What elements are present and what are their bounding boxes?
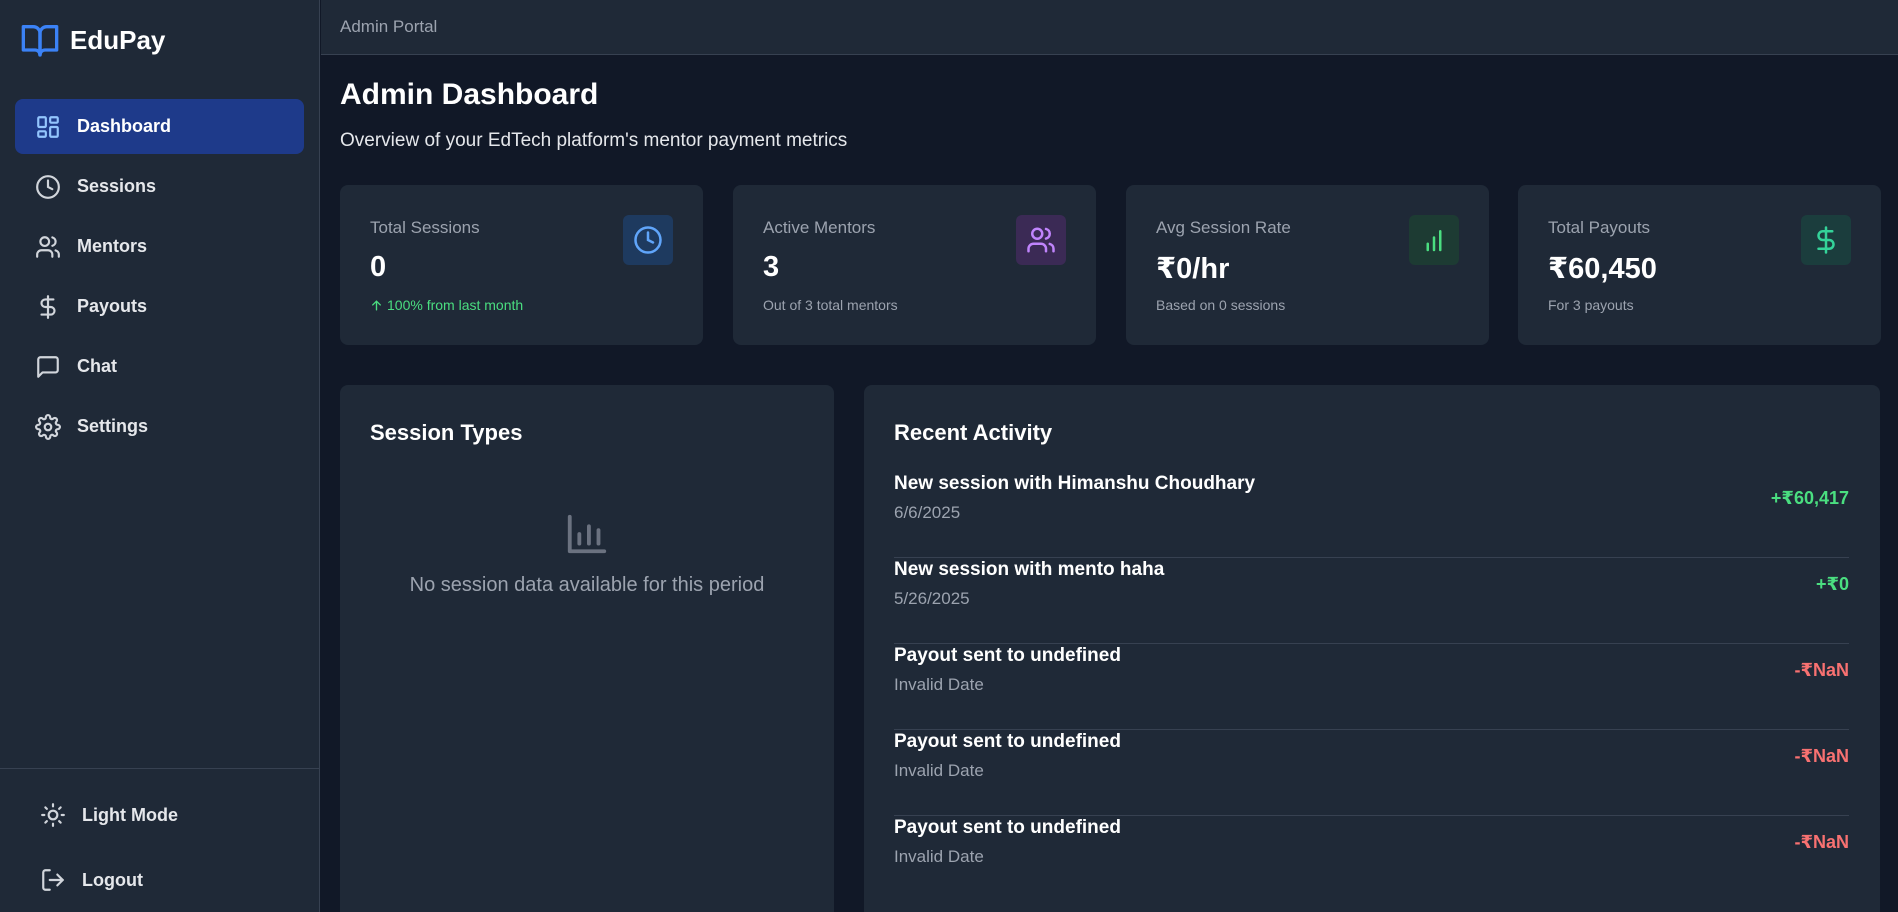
activity-date: 6/6/2025 bbox=[894, 503, 961, 522]
arrow-up-icon bbox=[372, 299, 381, 311]
stat-icon-container bbox=[1409, 215, 1459, 265]
activity-list: New session with Himanshu Choudhary 6/6/… bbox=[894, 472, 1849, 902]
stat-label: Total Payouts bbox=[1548, 218, 1651, 237]
stat-icon-container bbox=[623, 215, 673, 265]
activity-amount: -₹NaN bbox=[1794, 832, 1849, 852]
stat-note: For 3 payouts bbox=[1548, 297, 1634, 313]
stat-card-total-sessions: Total Sessions 0 100% from last month bbox=[340, 185, 703, 345]
sun-icon bbox=[41, 803, 65, 827]
stat-value: ₹0/hr bbox=[1156, 253, 1230, 285]
sidebar-item-label: Chat bbox=[77, 356, 117, 376]
logout-label: Logout bbox=[82, 869, 143, 890]
logout-button[interactable]: Logout bbox=[40, 860, 143, 900]
stat-icon-container bbox=[1016, 215, 1066, 265]
stat-label: Avg Session Rate bbox=[1156, 218, 1291, 237]
sidebar-item-label: Payouts bbox=[77, 296, 148, 316]
logout-icon bbox=[42, 869, 64, 891]
stat-card-total-payouts: Total Payouts ₹60,450 For 3 payouts bbox=[1518, 185, 1881, 345]
theme-toggle-label: Light Mode bbox=[82, 804, 178, 825]
bar-chart-icon bbox=[567, 514, 607, 554]
activity-date: Invalid Date bbox=[894, 847, 984, 866]
dollar-icon bbox=[40, 294, 56, 319]
activity-title: Payout sent to undefined bbox=[894, 817, 1121, 838]
activity-item[interactable]: New session with mento haha 5/26/2025 +₹… bbox=[894, 558, 1849, 644]
brand[interactable]: EduPay bbox=[20, 20, 165, 60]
stat-value: 3 bbox=[763, 251, 780, 283]
dollar-icon bbox=[1817, 226, 1835, 254]
stat-note-text: 100% from last month bbox=[387, 297, 524, 313]
sidebar-item-label: Dashboard bbox=[77, 116, 172, 136]
activity-date: 5/26/2025 bbox=[894, 589, 970, 608]
stat-note: 100% from last month bbox=[370, 297, 523, 313]
activity-title: New session with mento haha bbox=[894, 559, 1165, 580]
sidebar-item-sessions[interactable]: Sessions bbox=[15, 159, 304, 214]
activity-amount: +₹60,417 bbox=[1770, 488, 1849, 508]
stat-icon-container bbox=[1801, 215, 1851, 265]
sidebar-item-label: Settings bbox=[77, 416, 149, 436]
stat-label: Active Mentors bbox=[763, 218, 876, 237]
activity-item[interactable]: Payout sent to undefined Invalid Date -₹… bbox=[894, 730, 1849, 816]
chat-bubble-icon bbox=[37, 355, 59, 378]
stat-card-active-mentors: Active Mentors 3 Out of 3 total mentors bbox=[733, 185, 1096, 345]
clock-icon bbox=[36, 174, 60, 199]
users-icon bbox=[36, 235, 60, 258]
sidebar-item-chat[interactable]: Chat bbox=[15, 339, 304, 394]
sidebar-item-label: Mentors bbox=[77, 236, 148, 256]
panel-title: Recent Activity bbox=[894, 420, 1053, 445]
session-types-panel: Session Types No session data available … bbox=[340, 385, 834, 912]
activity-item[interactable]: Payout sent to undefined Invalid Date -₹… bbox=[894, 644, 1849, 730]
activity-title: New session with Himanshu Choudhary bbox=[894, 473, 1256, 494]
empty-state-text: No session data available for this perio… bbox=[409, 574, 765, 596]
sidebar-item-payouts[interactable]: Payouts bbox=[15, 279, 304, 334]
bar-chart-icon bbox=[1426, 230, 1442, 252]
activity-amount: -₹NaN bbox=[1794, 746, 1849, 766]
activity-amount: +₹0 bbox=[1815, 574, 1849, 594]
panel-title: Session Types bbox=[370, 420, 523, 445]
activity-title: Payout sent to undefined bbox=[894, 645, 1121, 666]
activity-amount: -₹NaN bbox=[1794, 660, 1849, 680]
open-book-icon bbox=[21, 25, 59, 57]
sidebar-footer: Light Mode Logout bbox=[0, 768, 320, 912]
brand-name: EduPay bbox=[70, 24, 166, 55]
sidebar-nav: Dashboard Sessions Mentors Payouts Chat … bbox=[15, 99, 304, 459]
page-title: Admin Dashboard bbox=[340, 78, 599, 111]
activity-title: Payout sent to undefined bbox=[894, 731, 1121, 752]
stat-value: 0 bbox=[370, 251, 387, 283]
dashboard-grid-icon bbox=[37, 115, 59, 138]
clock-icon bbox=[634, 226, 662, 254]
sidebar-item-dashboard[interactable]: Dashboard bbox=[15, 99, 304, 154]
activity-date: Invalid Date bbox=[894, 761, 984, 780]
stat-value: ₹60,450 bbox=[1548, 253, 1657, 285]
activity-item[interactable]: Payout sent to undefined Invalid Date -₹… bbox=[894, 816, 1849, 902]
stat-note: Based on 0 sessions bbox=[1156, 297, 1286, 313]
gear-icon bbox=[35, 413, 61, 440]
stat-label: Total Sessions bbox=[370, 218, 480, 237]
activity-date: Invalid Date bbox=[894, 675, 984, 694]
portal-title: Admin Portal bbox=[340, 17, 438, 36]
theme-toggle-button[interactable]: Light Mode bbox=[40, 795, 178, 835]
stat-card-avg-session-rate: Avg Session Rate ₹0/hr Based on 0 sessio… bbox=[1126, 185, 1489, 345]
sidebar-item-mentors[interactable]: Mentors bbox=[15, 219, 304, 274]
sidebar-item-label: Sessions bbox=[77, 176, 157, 196]
stat-note: Out of 3 total mentors bbox=[763, 297, 898, 313]
users-icon bbox=[1027, 227, 1055, 253]
sidebar-item-settings[interactable]: Settings bbox=[15, 399, 304, 454]
top-bar: Admin Portal bbox=[321, 0, 1898, 55]
recent-activity-panel: Recent Activity New session with Himansh… bbox=[864, 385, 1880, 912]
page-subtitle: Overview of your EdTech platform's mento… bbox=[340, 130, 848, 151]
activity-item[interactable]: New session with Himanshu Choudhary 6/6/… bbox=[894, 472, 1849, 558]
sidebar: EduPay Dashboard Sessions Mentors Payout… bbox=[0, 0, 320, 912]
